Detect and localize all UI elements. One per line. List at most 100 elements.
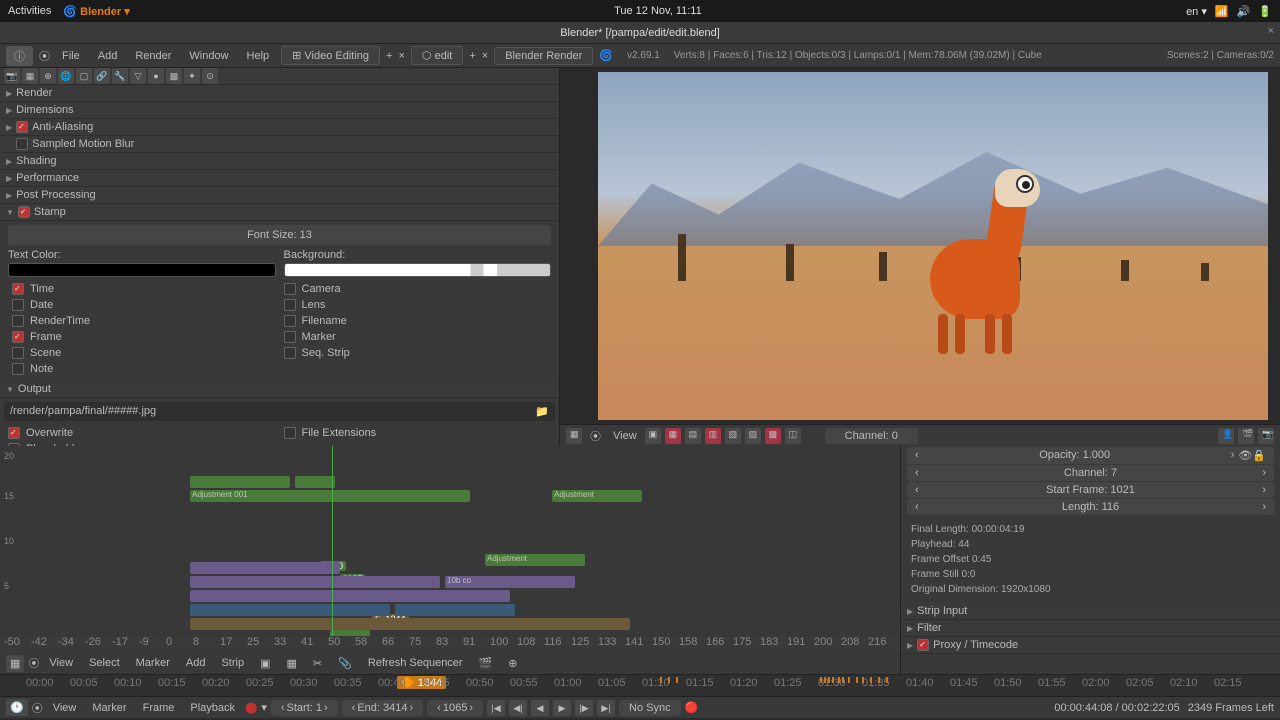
- editor-menu-icon[interactable]: ⦿: [39, 48, 50, 64]
- preview-mode-5[interactable]: ▧: [725, 428, 741, 444]
- start-frame-field[interactable]: ‹ Start: 1 ›: [271, 700, 338, 716]
- tab-world-icon[interactable]: 🌐: [58, 68, 74, 84]
- jump-end-button[interactable]: ▶|: [597, 700, 615, 716]
- seq-expand-icon[interactable]: ⦿: [28, 655, 39, 671]
- preview-mode-1[interactable]: ▣: [645, 428, 661, 444]
- playhead[interactable]: [332, 446, 333, 636]
- panel-dimensions[interactable]: ▶Dimensions: [0, 102, 559, 119]
- end-frame-field[interactable]: ‹ End: 3414 ›: [342, 700, 424, 716]
- stamp-marker-checkbox[interactable]: [284, 331, 296, 343]
- tl-playback-menu[interactable]: Playback: [184, 700, 241, 716]
- battery-icon[interactable]: 🔋: [1258, 5, 1272, 18]
- activities-button[interactable]: Activities: [8, 5, 51, 17]
- seq-select-menu[interactable]: Select: [83, 655, 126, 671]
- tl-view-menu[interactable]: View: [47, 700, 83, 716]
- proxy-checkbox[interactable]: [917, 639, 929, 651]
- jump-start-button[interactable]: |◀: [487, 700, 505, 716]
- seq-strip[interactable]: Adjustment: [485, 554, 585, 566]
- tab-constraint-icon[interactable]: 🔗: [94, 68, 110, 84]
- tab-material-icon[interactable]: ●: [148, 68, 164, 84]
- seq-strip[interactable]: [190, 476, 290, 488]
- tab-texture-icon[interactable]: ▩: [166, 68, 182, 84]
- tab-data-icon[interactable]: ▽: [130, 68, 146, 84]
- panel-filter[interactable]: ▶Filter: [901, 620, 1280, 637]
- scene-add[interactable]: +: [469, 50, 475, 62]
- tab-physics-icon[interactable]: ⊙: [202, 68, 218, 84]
- seq-strip[interactable]: [190, 576, 440, 588]
- refresh-sequencer[interactable]: Refresh Sequencer: [362, 655, 469, 671]
- scene-del[interactable]: ×: [482, 50, 488, 62]
- stamp-filename-checkbox[interactable]: [284, 315, 296, 327]
- font-size-field[interactable]: Font Size: 13: [8, 225, 551, 245]
- timeline[interactable]: 🔶 1344 00:0000:0500:1000:1500:2000:2500:…: [0, 674, 1280, 696]
- panel-post-processing[interactable]: ▶Post Processing: [0, 187, 559, 204]
- seq-strip[interactable]: [395, 604, 515, 616]
- seq-editor-type[interactable]: ▦: [6, 655, 24, 672]
- sound-icon[interactable]: 🔊: [1237, 5, 1251, 18]
- clock[interactable]: Tue 12 Nov, 11:11: [130, 5, 1186, 17]
- tl-frame-menu[interactable]: Frame: [137, 700, 181, 716]
- keyframe-prev-button[interactable]: ◀|: [509, 700, 527, 716]
- stamp-camera-checkbox[interactable]: [284, 283, 296, 295]
- seq-tool-1[interactable]: ✂: [307, 655, 328, 672]
- panel-performance[interactable]: ▶Performance: [0, 170, 559, 187]
- wifi-icon[interactable]: 📶: [1215, 5, 1229, 18]
- menu-render[interactable]: Render: [129, 48, 177, 64]
- keyframe-next-button[interactable]: |▶: [575, 700, 593, 716]
- panel-render[interactable]: ▶Render: [0, 85, 559, 102]
- autokey-icon[interactable]: 🔴: [685, 701, 699, 714]
- aa-checkbox[interactable]: [16, 121, 28, 133]
- seq-tool-4[interactable]: ⊕: [502, 655, 523, 672]
- lang-indicator[interactable]: en ▾: [1186, 5, 1207, 18]
- tl-marker-menu[interactable]: Marker: [86, 700, 132, 716]
- seq-strip[interactable]: [190, 618, 630, 630]
- seq-strip-menu[interactable]: Strip: [215, 655, 250, 671]
- preview-mode-2[interactable]: ▦: [665, 428, 681, 444]
- app-menu[interactable]: 🌀 Blender ▾: [63, 5, 129, 18]
- output-path-field[interactable]: /render/pampa/final/#####.jpg📁: [4, 402, 555, 421]
- seq-view-menu[interactable]: View: [43, 655, 79, 671]
- seq-strip[interactable]: 10b co: [445, 576, 575, 588]
- panel-strip-input[interactable]: ▶Strip Input: [901, 603, 1280, 620]
- stamp-time-checkbox[interactable]: [12, 283, 24, 295]
- layout-add[interactable]: +: [386, 50, 392, 62]
- tab-scene-icon[interactable]: ⊕: [40, 68, 56, 84]
- opacity-field[interactable]: ‹Opacity: 1.000›👁🔒: [907, 447, 1274, 464]
- stamp-date-checkbox[interactable]: [12, 299, 24, 311]
- stamp-lens-checkbox[interactable]: [284, 299, 296, 311]
- seq-strip[interactable]: Adjustment 001: [190, 490, 470, 502]
- preview-mode-8[interactable]: ◫: [785, 428, 801, 444]
- lock-icon[interactable]: 🔒: [1252, 449, 1266, 462]
- stamp-seq. strip-checkbox[interactable]: [284, 347, 296, 359]
- menu-file[interactable]: File: [56, 48, 86, 64]
- preview-mode-4[interactable]: ▥: [705, 428, 721, 444]
- panel-shading[interactable]: ▶Shading: [0, 153, 559, 170]
- preview-mode-7[interactable]: ▩: [765, 428, 781, 444]
- length-field[interactable]: ‹Length: 116›: [907, 499, 1274, 515]
- stamp-rendertime-checkbox[interactable]: [12, 315, 24, 327]
- sync-selector[interactable]: No Sync: [619, 700, 681, 716]
- menu-add[interactable]: Add: [92, 48, 124, 64]
- panel-proxy[interactable]: ▶Proxy / Timecode: [901, 637, 1280, 654]
- preview-view-menu[interactable]: View: [609, 429, 641, 443]
- play-reverse-button[interactable]: ◀: [531, 700, 549, 716]
- eye-icon[interactable]: 👁: [1238, 449, 1252, 462]
- tab-layers-icon[interactable]: ▦: [22, 68, 38, 84]
- seq-mode-2[interactable]: ▦: [280, 655, 302, 672]
- preview-expand-icon[interactable]: ⦿: [586, 427, 605, 445]
- seq-strip[interactable]: [190, 604, 390, 616]
- start-frame-field[interactable]: ‹Start Frame: 1021›: [907, 482, 1274, 498]
- seq-strip[interactable]: [190, 590, 510, 602]
- layout-selector[interactable]: ⊞ Video Editing: [281, 46, 380, 65]
- play-button[interactable]: ▶: [553, 700, 571, 716]
- preview-mode-3[interactable]: ▤: [685, 428, 701, 444]
- preview-tool-2[interactable]: 🎬: [1238, 428, 1254, 444]
- preview-tool-1[interactable]: 👤: [1218, 428, 1234, 444]
- seq-strip[interactable]: [190, 562, 340, 574]
- panel-motion-blur[interactable]: ▶Sampled Motion Blur: [0, 136, 559, 153]
- menu-window[interactable]: Window: [183, 48, 234, 64]
- tab-particle-icon[interactable]: ✦: [184, 68, 200, 84]
- record-mode-icon[interactable]: ▾: [261, 701, 267, 714]
- timeline-expand-icon[interactable]: ⦿: [32, 700, 43, 716]
- seq-tool-3[interactable]: 🎬: [473, 655, 499, 672]
